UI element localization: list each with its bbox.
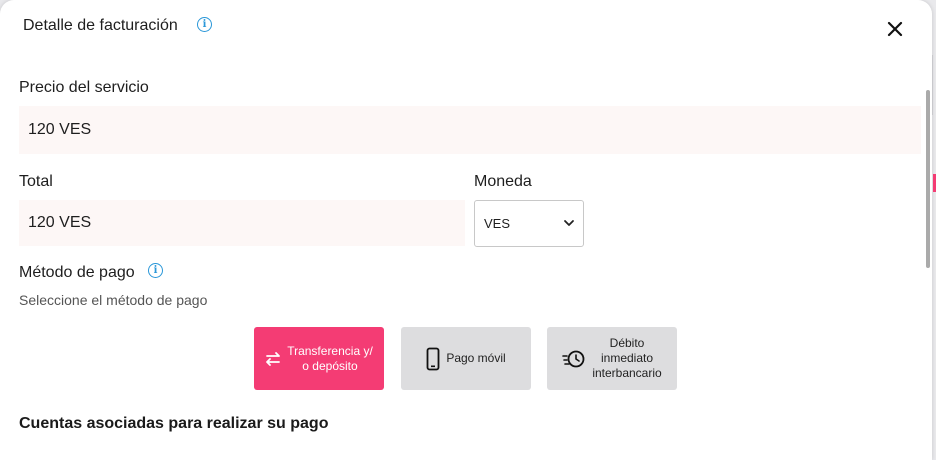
info-icon[interactable]: i <box>197 17 212 32</box>
chevron-down-icon <box>564 220 574 226</box>
accounts-section-title: Cuentas asociadas para realizar su pago <box>19 415 329 432</box>
payment-option-label: Débito inmediato interbancario <box>592 336 662 380</box>
fast-clock-icon <box>562 348 586 370</box>
payment-method-hint: Seleccione el método de pago <box>19 292 208 308</box>
currency-label: Moneda <box>474 173 532 190</box>
payment-option-label: Pago móvil <box>446 351 506 365</box>
total-field: 120 VES <box>19 200 465 246</box>
currency-select[interactable]: VES <box>474 200 584 247</box>
close-icon <box>887 21 903 37</box>
payment-option-transfer[interactable]: Transferencia y/ o depósito <box>254 327 384 390</box>
payment-method-label: Método de pago <box>19 264 135 281</box>
scrollbar[interactable] <box>926 90 930 268</box>
billing-detail-modal: Detalle de facturación i Precio del serv… <box>0 0 932 460</box>
close-button[interactable] <box>884 18 906 40</box>
payment-option-debit[interactable]: Débito inmediato interbancario <box>547 327 677 390</box>
payment-option-label: Transferencia y/ o depósito <box>287 343 373 373</box>
service-price-label: Precio del servicio <box>19 79 149 96</box>
payment-option-mobile[interactable]: Pago móvil <box>401 327 531 390</box>
smartphone-icon <box>426 347 440 371</box>
modal-title: Detalle de facturación <box>23 17 178 34</box>
currency-select-value: VES <box>484 216 511 231</box>
total-label: Total <box>19 173 53 190</box>
service-price-field: 120 VES <box>19 106 921 154</box>
info-icon[interactable]: i <box>148 263 163 278</box>
background-edge <box>932 55 933 115</box>
transfer-arrows-icon <box>265 351 281 367</box>
